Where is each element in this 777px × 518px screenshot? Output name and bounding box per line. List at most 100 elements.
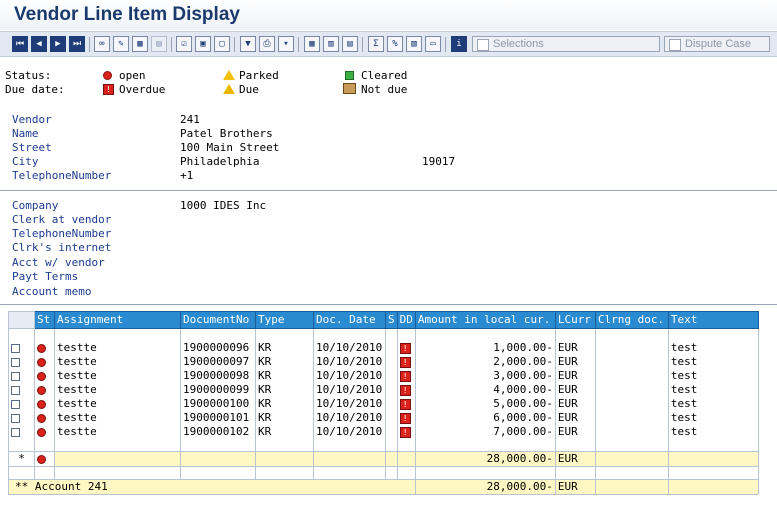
table-row[interactable]: testte 1900000102 KR 10/10/2010 ! 7,000.… [8,425,759,439]
row-checkbox[interactable] [11,427,20,437]
selections-button[interactable]: Selections [472,36,660,52]
column-header-text[interactable]: Text [667,311,759,329]
previous-page-icon[interactable]: ◀ [31,36,47,52]
overdue-icon: ! [103,84,114,95]
mouse-pointer [368,95,380,111]
column-header-s[interactable]: S [385,311,398,329]
overdue-icon: ! [399,398,411,410]
text-cell: test [667,411,759,425]
mass-change-icon[interactable]: ▦ [132,36,148,52]
row-select-cell[interactable] [8,355,35,369]
row-checkbox[interactable] [11,413,20,423]
column-header-dd[interactable]: DD [396,311,416,329]
column-header-assignment[interactable]: Assignment [54,311,181,329]
text-cell: test [667,341,759,355]
table-row[interactable]: testte 1900000099 KR 10/10/2010 ! 4,000.… [8,383,759,397]
currency-cell: EUR [554,341,596,355]
currency-cell: EUR [554,425,596,439]
last-page-icon[interactable]: ⏭ [69,36,85,52]
row-checkbox[interactable] [11,343,20,353]
city-label: City [12,155,39,168]
subtotal-amount: 28,000.00- [414,451,556,467]
amount-cell: 6,000.00- [414,411,556,425]
select-icon[interactable]: ☑ [176,36,192,52]
table-row[interactable]: testte 1900000098 KR 10/10/2010 ! 3,000.… [8,369,759,383]
table-row[interactable]: testte 1900000096 KR 10/10/2010 ! 1,000.… [8,341,759,355]
document-icon[interactable]: ▤ [151,36,167,52]
glasses-display-icon[interactable]: ∞ [94,36,110,52]
legend-status-label: Status: [5,69,52,82]
row-checkbox[interactable] [11,357,20,367]
overdue-icon: ! [399,342,411,354]
text-cell: test [667,397,759,411]
column-header-clearing-doc[interactable]: Clrng doc. [594,311,669,329]
row-select-cell[interactable] [8,383,35,397]
doc-date-cell: 10/10/2010 [313,369,386,383]
account-total-currency: EUR [554,479,596,495]
table-row[interactable]: testte 1900000100 KR 10/10/2010 ! 5,000.… [8,397,759,411]
column-header-local-currency[interactable]: LCurr [554,311,596,329]
select-all-cell[interactable] [8,311,35,329]
change-layout-icon[interactable]: ▥ [323,36,339,52]
doc-date-cell: 10/10/2010 [313,355,386,369]
toolbar-separator [171,37,172,52]
text-cell: test [667,425,759,439]
view-icon[interactable]: ▭ [425,36,441,52]
company-label: Company [12,199,59,212]
export-icon[interactable]: ▧ [406,36,422,52]
legend-cleared: Cleared [361,69,408,82]
toolbar-separator [445,37,446,52]
row-checkbox[interactable] [11,399,20,409]
row-select-cell[interactable] [8,397,35,411]
table-row[interactable]: testte 1900000097 KR 10/10/2010 ! 2,000.… [8,355,759,369]
amount-cell: 5,000.00- [414,397,556,411]
pencil-change-icon[interactable]: ✎ [113,36,129,52]
doc-date-cell: 10/10/2010 [313,397,386,411]
first-page-icon[interactable]: ⏮ [12,36,28,52]
grid-layout-icon[interactable]: ▦ [304,36,320,52]
doc-date-cell: 10/10/2010 [313,383,386,397]
row-checkbox[interactable] [11,385,20,395]
sum-icon[interactable]: Σ [368,36,384,52]
save-layout-icon[interactable]: ▾ [278,36,294,52]
row-checkbox[interactable] [11,371,20,381]
document-no-cell: 1900000096 [180,341,256,355]
parked-status-icon [223,70,235,80]
assignment-cell: testte [54,383,181,397]
account-total-row[interactable]: ** Account 241 28,000.00- EUR [8,479,759,495]
next-page-icon[interactable]: ▶ [50,36,66,52]
deselect-icon[interactable]: ▢ [214,36,230,52]
clearing-doc-cell [594,369,669,383]
spacer-row [8,439,759,452]
table-row[interactable]: testte 1900000101 KR 10/10/2010 ! 6,000.… [8,411,759,425]
overdue-icon: ! [399,412,411,424]
currency-cell: EUR [554,411,596,425]
select-block-icon[interactable]: ▣ [195,36,211,52]
row-select-cell[interactable] [8,425,35,439]
dispute-case-button[interactable]: Dispute Case [664,36,770,52]
name-label: Name [12,127,39,140]
toolbar-separator [234,37,235,52]
row-select-cell[interactable] [8,411,35,425]
print-icon[interactable]: ⎙ [259,36,275,52]
street-label: Street [12,141,52,154]
type-cell: KR [255,341,314,355]
vendor-value: 241 [180,113,200,126]
toolbar-separator [89,37,90,52]
row-select-cell[interactable] [8,341,35,355]
subtotal-icon[interactable]: % [387,36,403,52]
subtotal-row[interactable]: * 28,000.00- EUR [8,451,759,467]
filter-icon[interactable]: ▼ [240,36,256,52]
column-header-type[interactable]: Type [255,311,314,329]
column-header-status[interactable]: St [34,311,55,329]
amount-cell: 1,000.00- [414,341,556,355]
company-value: 1000 IDES Inc [180,199,267,212]
column-header-doc-date[interactable]: Doc. Date [313,311,386,329]
assignment-cell: testte [54,425,181,439]
choose-layout-icon[interactable]: ▤ [342,36,358,52]
row-select-cell[interactable] [8,369,35,383]
column-header-amount[interactable]: Amount in local cur. [414,311,556,329]
info-icon[interactable]: i [451,36,467,52]
column-header-document-no[interactable]: DocumentNo [180,311,256,329]
doc-date-cell: 10/10/2010 [313,411,386,425]
